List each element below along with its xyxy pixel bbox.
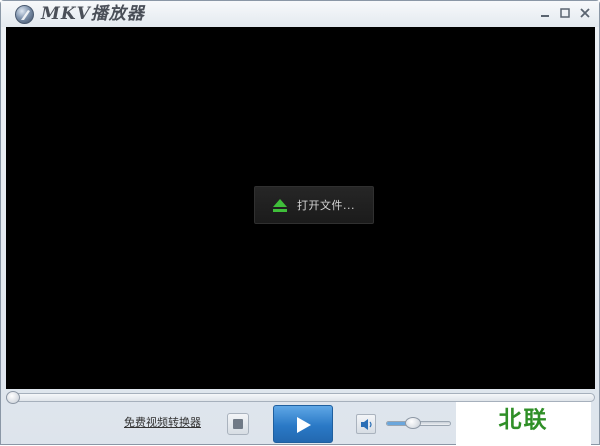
speaker-icon	[361, 419, 372, 430]
player-window: MKV播放器 打开文件... 免费视频转换器 北联	[0, 0, 600, 446]
open-file-button[interactable]: 打开文件...	[254, 186, 374, 224]
close-icon	[580, 8, 590, 18]
minimize-icon	[541, 15, 549, 17]
free-video-converter-link[interactable]: 免费视频转换器	[124, 415, 201, 431]
mute-button[interactable]	[356, 414, 376, 434]
play-button[interactable]	[273, 405, 333, 443]
window-controls	[537, 5, 593, 23]
stop-button[interactable]	[227, 413, 249, 435]
maximize-icon	[560, 8, 570, 18]
maximize-button[interactable]	[557, 5, 573, 21]
title-bar[interactable]: MKV播放器	[1, 1, 599, 27]
stop-icon	[233, 419, 243, 429]
app-logo-icon	[15, 5, 34, 24]
seek-bar[interactable]	[6, 393, 595, 402]
window-title: MKV播放器	[41, 4, 145, 24]
close-button[interactable]	[577, 5, 593, 21]
minimize-button[interactable]	[537, 5, 553, 21]
eject-icon	[273, 199, 287, 212]
volume-handle[interactable]	[405, 417, 422, 429]
play-icon	[297, 417, 311, 433]
watermark-text: 北联	[498, 407, 549, 433]
open-file-label: 打开文件...	[297, 199, 355, 212]
seek-handle[interactable]	[6, 391, 20, 404]
watermark: 北联	[456, 402, 591, 446]
video-display[interactable]: 打开文件...	[6, 27, 595, 389]
